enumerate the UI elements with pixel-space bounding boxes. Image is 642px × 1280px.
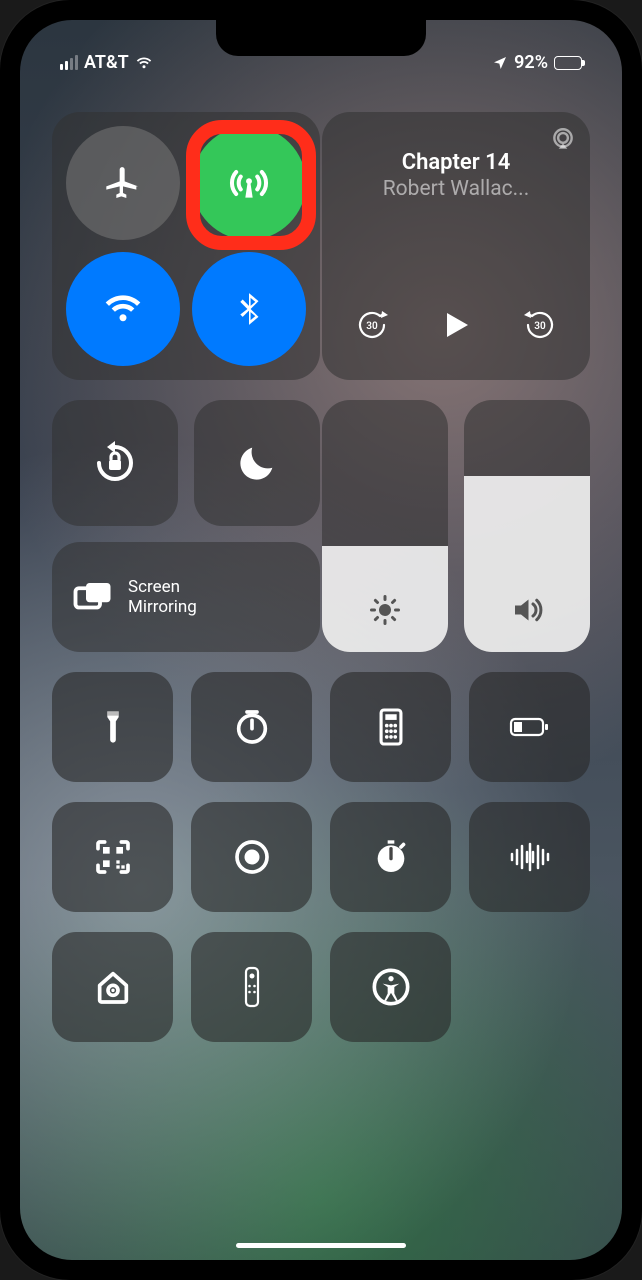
airplane-icon — [103, 163, 143, 203]
skip-forward-button[interactable]: 30 — [518, 303, 562, 347]
svg-text:30: 30 — [366, 321, 378, 332]
waveform-icon — [507, 842, 553, 872]
timer-icon — [232, 707, 272, 747]
remote-button[interactable] — [191, 932, 312, 1042]
empty-slot — [469, 932, 590, 1042]
volume-slider[interactable] — [464, 400, 590, 652]
battery-pct: 92% — [514, 52, 548, 73]
bluetooth-icon — [230, 290, 268, 328]
airplane-mode-toggle[interactable] — [66, 126, 180, 240]
connectivity-module[interactable] — [52, 112, 320, 380]
low-power-button[interactable] — [469, 672, 590, 782]
qr-scanner-button[interactable] — [52, 802, 173, 912]
accessibility-icon — [371, 967, 411, 1007]
screen: AT&T 92% — [20, 20, 622, 1260]
airplay-icon[interactable] — [550, 126, 576, 152]
notch — [216, 20, 426, 56]
home-button[interactable] — [52, 932, 173, 1042]
screen-mirroring-label-1: Screen — [128, 577, 180, 597]
screen-mirroring-label-2: Mirroring — [128, 597, 197, 617]
calculator-icon — [374, 707, 408, 747]
low-power-icon — [508, 714, 552, 740]
control-center: Chapter 14 Robert Wallac... 30 30 — [52, 112, 590, 1210]
screen-mirroring-button[interactable]: Screen Mirroring — [52, 542, 320, 652]
remote-icon — [240, 966, 264, 1008]
carrier-label: AT&T — [84, 52, 129, 73]
qr-icon — [93, 837, 133, 877]
phone-frame: AT&T 92% — [0, 0, 642, 1280]
calculator-button[interactable] — [330, 672, 451, 782]
signal-strength-icon — [60, 55, 78, 70]
stopwatch-icon — [371, 837, 411, 877]
stopwatch-button[interactable] — [330, 802, 451, 912]
do-not-disturb-button[interactable] — [194, 400, 320, 526]
bluetooth-toggle[interactable] — [192, 252, 306, 366]
flashlight-icon — [96, 707, 130, 747]
accessibility-button[interactable] — [330, 932, 451, 1042]
rotation-lock-icon — [91, 439, 139, 487]
brightness-slider[interactable] — [322, 400, 448, 652]
media-module[interactable]: Chapter 14 Robert Wallac... 30 30 — [322, 112, 590, 380]
screen-record-button[interactable] — [191, 802, 312, 912]
rotation-lock-button[interactable] — [52, 400, 178, 526]
media-title: Chapter 14 — [342, 150, 570, 175]
brightness-icon — [367, 592, 403, 628]
wifi-toggle[interactable] — [66, 252, 180, 366]
screen-mirroring-icon — [72, 576, 114, 618]
battery-icon — [554, 56, 582, 70]
svg-text:30: 30 — [534, 321, 546, 332]
flashlight-button[interactable] — [52, 672, 173, 782]
timer-button[interactable] — [191, 672, 312, 782]
play-button[interactable] — [429, 298, 483, 352]
home-icon — [93, 967, 133, 1007]
wifi-status-icon — [135, 54, 153, 72]
cellular-antenna-icon — [227, 161, 271, 205]
speaker-icon — [509, 592, 545, 628]
wifi-icon — [102, 288, 144, 330]
home-indicator[interactable] — [236, 1243, 406, 1248]
cellular-toggle[interactable] — [192, 126, 306, 240]
record-icon — [232, 837, 272, 877]
hearing-button[interactable] — [469, 802, 590, 912]
location-icon — [492, 55, 508, 71]
skip-back-button[interactable]: 30 — [350, 303, 394, 347]
moon-icon — [234, 440, 280, 486]
media-subtitle: Robert Wallac... — [342, 177, 570, 201]
